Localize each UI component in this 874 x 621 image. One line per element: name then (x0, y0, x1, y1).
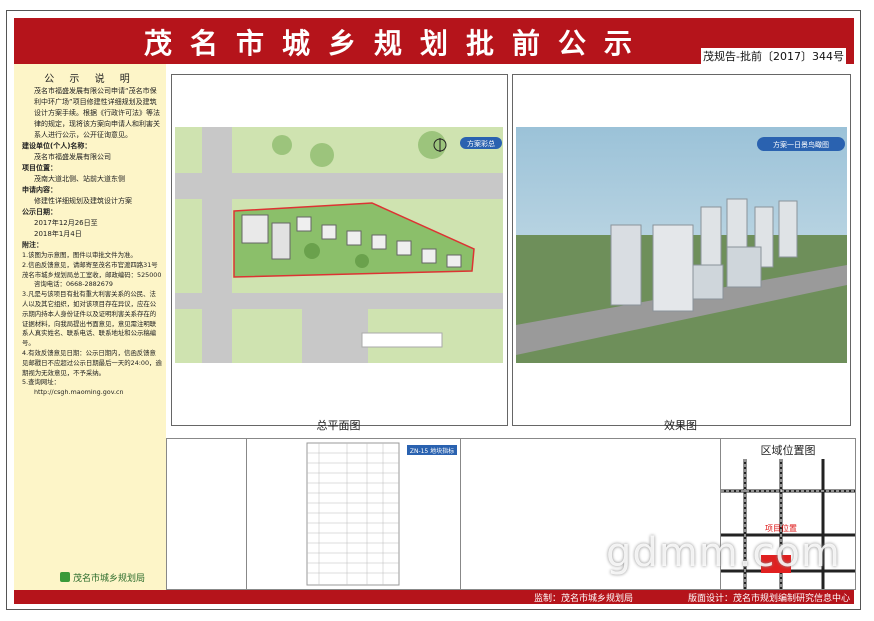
watermark: gdmm.com (606, 530, 841, 576)
location-label: 项目位置： (22, 164, 57, 172)
content-value: 修建性详细规划及建筑设计方案 (34, 197, 132, 205)
notes-label: 附注： (22, 241, 43, 249)
note-item: 2.信函反馈意见，请邮寄至茂名市官渡四路31号茂名市城乡规划局总工室收，邮政编码… (22, 260, 162, 279)
site-plan-image: 方案彩总 (172, 75, 507, 425)
footer-banner: 监制：茂名市城乡规划局 版面设计：茂名市规划编制研究信息中心 (14, 590, 854, 604)
location-caption: 区域位置图 (760, 444, 816, 457)
main-area: 方案彩总 总平面图 方案一日景鸟瞰图 效果图 ZN-15 地块指标 区域位置图 … (166, 64, 856, 590)
bureau-logo-icon (60, 572, 70, 582)
note-item: 咨询电话：0668-2882679 (34, 280, 113, 289)
footer-supervisor: 监制：茂名市城乡规划局 (534, 594, 634, 604)
date-to: 2018年1月4日 (34, 230, 82, 238)
document-number: 茂规告-批前〔2017〕344号 (701, 48, 846, 64)
site-plan-caption: 总平面图 (316, 419, 361, 432)
bureau-logo-text: 茂名市城乡规划局 (73, 574, 146, 584)
applicant-value: 茂名市福盛发展有限公司 (34, 153, 111, 161)
note-item: 5.查询网址： (22, 378, 61, 387)
render-image: 方案一日景鸟瞰图 (513, 75, 850, 425)
date-label: 公示日期： (22, 208, 57, 216)
website-link[interactable]: http://csgh.maoming.gov.cn (22, 388, 162, 398)
render-caption: 效果图 (664, 419, 697, 432)
index-table-image: ZN-15 地块指标 (306, 442, 457, 586)
index-table-frame: ZN-15 地块指标 (246, 438, 462, 590)
notice-title: 公 示 说 明 (44, 74, 136, 85)
notice-intro: 茂名市福盛发展有限公司申请“茂名市保利中环广场”项目修建性详细规划及建筑设计方案… (34, 87, 160, 139)
notice-text: 茂名市福盛发展有限公司申请“茂名市保利中环广场”项目修建性详细规划及建筑设计方案… (22, 86, 162, 398)
blank-frame-left (166, 438, 248, 590)
footer-designer: 版面设计：茂名市规划编制研究信息中心 (688, 594, 851, 604)
applicant-label: 建设单位(个人)名称： (22, 142, 92, 150)
bureau-logo: 茂名市城乡规划局 (60, 571, 145, 584)
date-from: 2017年12月26日至 (34, 219, 98, 227)
site-plan-frame: 方案彩总 (171, 74, 508, 426)
location-value: 茂南大道北侧、站前大道东侧 (34, 175, 125, 183)
render-tag: 方案一日景鸟瞰图 (773, 140, 829, 149)
note-item: 4.有效反馈意见日期：公示日期内，信函反馈意见邮戳日不应超过公示日期最后一天的2… (22, 348, 162, 377)
notice-panel: 公 示 说 明 茂名市福盛发展有限公司申请“茂名市保利中环广场”项目修建性详细规… (14, 64, 167, 590)
page-title: 茂名市城乡规划批前公示 (144, 27, 651, 60)
render-frame: 方案一日景鸟瞰图 (512, 74, 851, 426)
header-banner: 茂名市城乡规划批前公示 茂规告-批前〔2017〕344号 (14, 18, 854, 64)
note-item: 1.该图为示意图，图件以审批文件为准。 (22, 251, 137, 259)
note-item: 3.凡是与该项目有批有重大利害关系的公民、法人以及其它组织，如对该项目存在异议，… (22, 290, 157, 348)
index-tag: ZN-15 地块指标 (410, 447, 454, 455)
content-label: 申请内容： (22, 186, 57, 194)
site-plan-tag: 方案彩总 (467, 139, 495, 148)
